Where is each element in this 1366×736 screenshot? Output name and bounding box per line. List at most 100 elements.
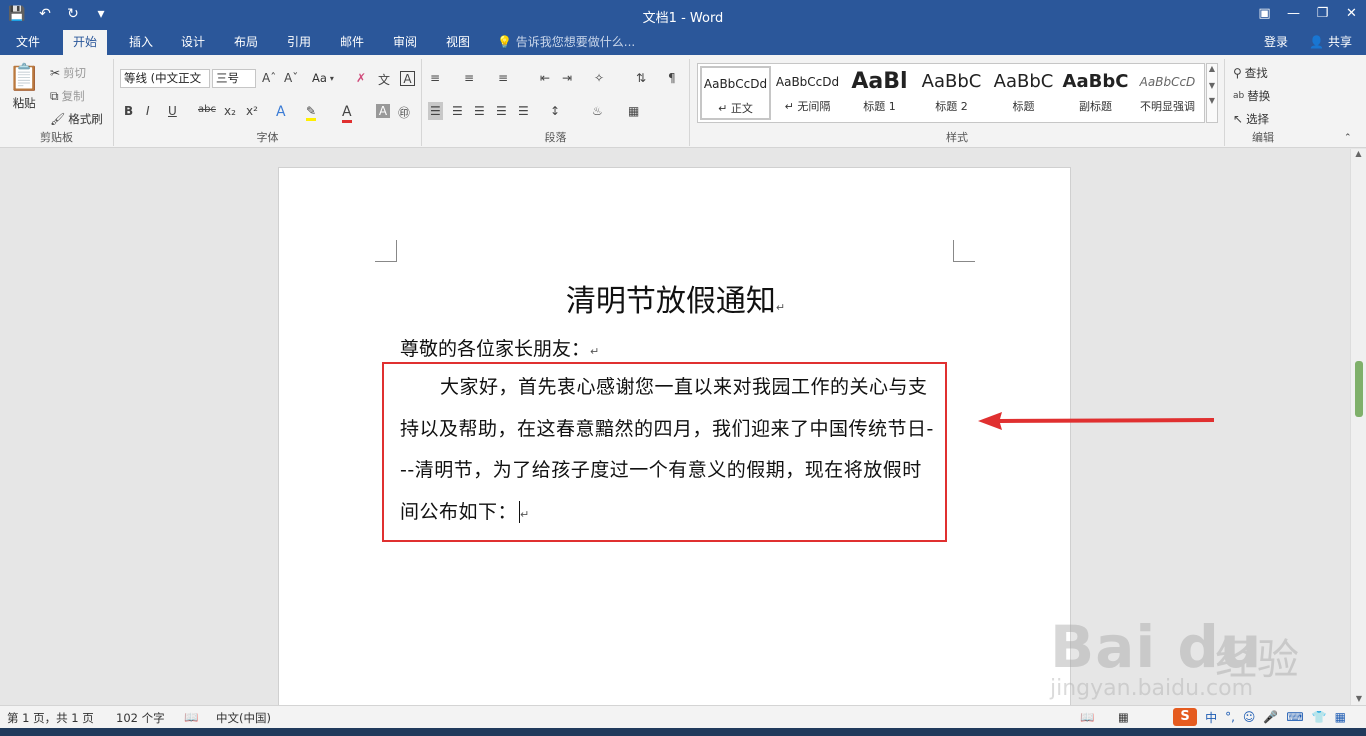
- restore-icon[interactable]: ❐: [1308, 0, 1337, 26]
- punctuation-icon[interactable]: °,: [1225, 710, 1235, 724]
- page-count[interactable]: 第 1 页，共 1 页: [7, 710, 94, 726]
- copy-button[interactable]: ⧉ 复制: [50, 88, 85, 104]
- font-size-select[interactable]: 三号: [212, 69, 256, 88]
- paragraph-mark: ↵: [590, 345, 600, 358]
- font-name-select[interactable]: 等线 (中文正文: [120, 69, 210, 88]
- ribbon-display-icon[interactable]: ▣: [1250, 0, 1279, 26]
- annotation-arrow-icon: [978, 412, 1214, 430]
- multilevel-list-button[interactable]: ≡: [498, 71, 508, 85]
- change-case-button[interactable]: Aa ▾: [312, 71, 334, 85]
- proofing-icon[interactable]: 📖: [184, 710, 198, 724]
- replace-label: 替换: [1247, 89, 1271, 103]
- bullets-button[interactable]: ≡: [430, 71, 440, 85]
- increase-indent-button[interactable]: ⇥: [562, 71, 572, 85]
- strikethrough-button[interactable]: abc: [198, 104, 216, 115]
- align-center-button[interactable]: ☰: [452, 104, 463, 118]
- char-border-button[interactable]: A: [400, 71, 415, 86]
- close-icon[interactable]: ✕: [1337, 0, 1366, 26]
- tell-me-search[interactable]: 💡 告诉我您想要做什么...: [497, 30, 635, 55]
- clear-format-button[interactable]: ✗: [356, 71, 366, 85]
- tab-mailings[interactable]: 邮件: [330, 30, 374, 55]
- style-heading-2[interactable]: AaBbC 标题 2: [916, 66, 987, 120]
- style-subtle-emphasis[interactable]: AaBbCcD 不明显强调: [1132, 66, 1203, 120]
- scrollbar-thumb[interactable]: [1355, 361, 1363, 417]
- ribbon: 📋 粘贴 ✂ 剪切 ⧉ 复制 🖌 格式刷 剪贴板 等线 (中文正文 三号 Aˆ Aˇ …: [0, 55, 1366, 148]
- document-heading[interactable]: 清明节放假通知↵: [279, 276, 1072, 320]
- italic-button[interactable]: I: [146, 104, 150, 118]
- find-button[interactable]: ⚲ 查找: [1233, 65, 1268, 81]
- toolbox-icon[interactable]: ▦: [1335, 710, 1346, 724]
- language-indicator[interactable]: 中文(中国): [216, 710, 271, 726]
- show-marks-button[interactable]: ¶: [668, 71, 676, 85]
- highlight-button[interactable]: ✎: [306, 104, 317, 121]
- font-color-button[interactable]: A: [342, 104, 352, 123]
- sort-button[interactable]: ⇅: [636, 71, 646, 85]
- word-count[interactable]: 102 个字: [116, 710, 165, 726]
- select-button[interactable]: ↖ 选择: [1233, 111, 1269, 127]
- text-effects-button[interactable]: A: [276, 104, 286, 120]
- more-icon: ▼: [1208, 96, 1216, 105]
- phonetic-icon: 文: [378, 73, 391, 87]
- numbering-button[interactable]: ≡: [464, 71, 474, 85]
- style-no-spacing[interactable]: AaBbCcDd ↵ 无间隔: [772, 66, 843, 120]
- login-link[interactable]: 登录: [1264, 30, 1288, 55]
- phonetic-guide-button[interactable]: 文: [378, 71, 390, 88]
- format-painter-button[interactable]: 🖌 格式刷: [50, 111, 103, 127]
- char-shading-button[interactable]: A: [376, 104, 390, 118]
- shrink-font-button[interactable]: Aˇ: [284, 71, 298, 85]
- tab-home[interactable]: 开始: [63, 30, 108, 55]
- styles-scroll[interactable]: ▲ ▼ ▼: [1206, 63, 1218, 123]
- tab-view[interactable]: 视图: [436, 30, 480, 55]
- tab-design[interactable]: 设计: [171, 30, 215, 55]
- enclose-char-button[interactable]: ㊞: [398, 104, 410, 121]
- grow-font-button[interactable]: Aˆ: [262, 71, 276, 85]
- tab-review[interactable]: 审阅: [383, 30, 427, 55]
- share-button[interactable]: 👤 共享: [1309, 30, 1352, 55]
- styles-group-label: 样式: [946, 131, 968, 144]
- keyboard-icon[interactable]: ⌨: [1286, 710, 1303, 724]
- subscript-button[interactable]: x₂: [224, 104, 236, 118]
- align-right-button[interactable]: ☰: [474, 104, 485, 118]
- style-heading-1[interactable]: AaBl 标题 1: [844, 66, 915, 120]
- tab-file[interactable]: 文件: [6, 30, 50, 55]
- salutation-line[interactable]: 尊敬的各位家长朋友：↵: [400, 334, 599, 361]
- align-left-button[interactable]: ☰: [428, 102, 443, 120]
- borders-button[interactable]: ▦: [628, 104, 639, 118]
- paste-button[interactable]: 📋 粘贴: [8, 63, 40, 111]
- style-sample: AaBbC: [993, 71, 1054, 92]
- emoji-icon[interactable]: ☺: [1243, 710, 1256, 724]
- distributed-button[interactable]: ☰: [518, 104, 529, 118]
- line-spacing-icon: ↕: [550, 104, 561, 118]
- sogou-icon[interactable]: S: [1173, 708, 1198, 726]
- shading-button[interactable]: ♨: [592, 104, 603, 118]
- vertical-scrollbar[interactable]: ▲ ▼: [1350, 149, 1366, 705]
- print-layout-icon[interactable]: ▦: [1118, 710, 1129, 724]
- scroll-up-icon[interactable]: ▲: [1351, 149, 1366, 158]
- minimize-icon[interactable]: —: [1279, 0, 1308, 26]
- superscript-button[interactable]: x²: [246, 104, 258, 118]
- align-right-icon: ☰: [474, 104, 485, 118]
- microphone-icon[interactable]: 🎤: [1263, 710, 1278, 724]
- replace-button[interactable]: ab 替换: [1233, 88, 1270, 104]
- read-mode-icon[interactable]: 📖: [1080, 710, 1094, 724]
- cut-button[interactable]: ✂ 剪切: [50, 65, 86, 81]
- collapse-ribbon-button[interactable]: ⌃: [1344, 133, 1352, 143]
- justify-button[interactable]: ☰: [496, 104, 507, 118]
- tab-layout[interactable]: 布局: [224, 30, 268, 55]
- chinese-layout-button[interactable]: ✧: [594, 71, 604, 85]
- bold-button[interactable]: B: [124, 104, 133, 118]
- skin-icon[interactable]: 👕: [1312, 710, 1327, 724]
- decrease-indent-button[interactable]: ⇤: [540, 71, 550, 85]
- underline-button[interactable]: U: [168, 104, 177, 118]
- style-name: ↵ 无间隔: [784, 100, 831, 113]
- enclose-char-icon: ㊞: [398, 106, 411, 120]
- style-normal[interactable]: AaBbCcDd ↵ 正文: [700, 66, 771, 120]
- scroll-down-icon[interactable]: ▼: [1351, 694, 1366, 703]
- tab-insert[interactable]: 插入: [119, 30, 163, 55]
- tab-references[interactable]: 引用: [277, 30, 321, 55]
- line-spacing-button[interactable]: ↕: [550, 104, 560, 118]
- font-name-value: 等线 (中文正文: [124, 71, 202, 85]
- style-subtitle[interactable]: AaBbC 副标题: [1060, 66, 1131, 120]
- style-title[interactable]: AaBbC 标题: [988, 66, 1059, 120]
- ime-mode[interactable]: 中: [1205, 709, 1217, 726]
